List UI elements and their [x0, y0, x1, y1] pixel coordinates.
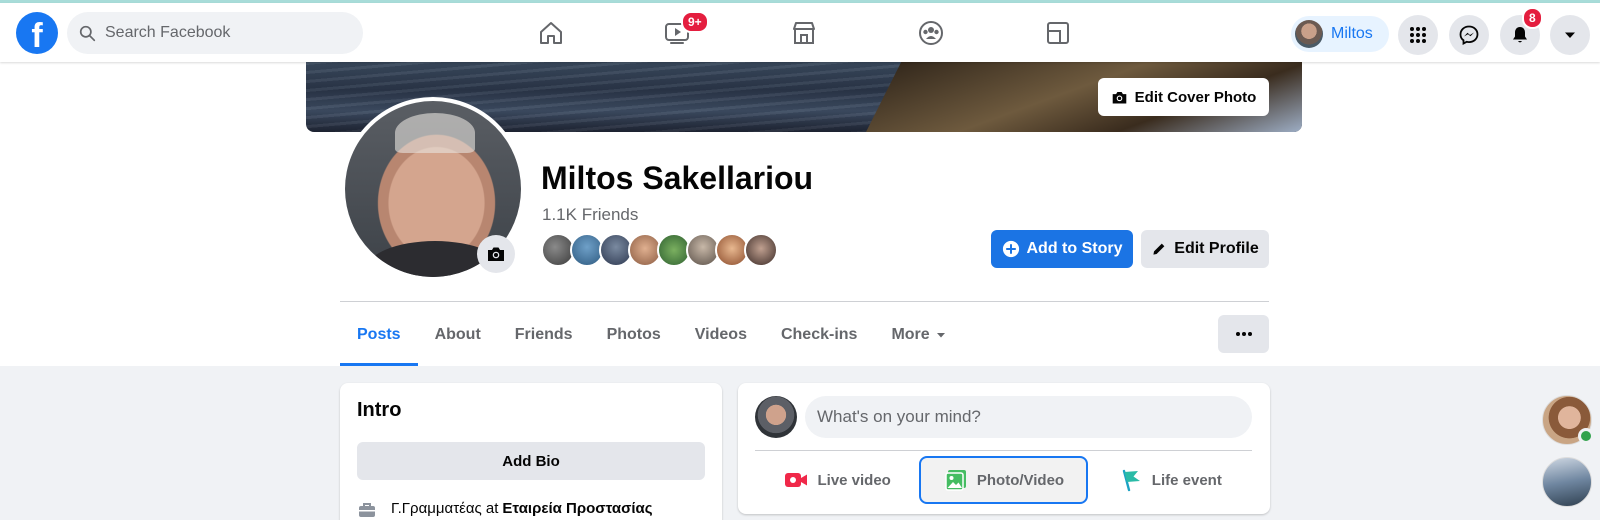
watch-badge: 9+	[681, 11, 709, 33]
avatar[interactable]	[755, 396, 797, 438]
account-button[interactable]	[1550, 15, 1590, 55]
live-video-icon	[785, 473, 808, 487]
edit-cover-photo-button[interactable]: Edit Cover Photo	[1098, 78, 1269, 116]
camera-icon	[488, 247, 504, 261]
marketplace-store-icon	[793, 22, 815, 44]
intro-work-item: Γ.Γραμματέας at Εταιρεία Προστασίας	[357, 500, 653, 520]
intro-work-organization[interactable]: Εταιρεία Προστασίας	[502, 500, 652, 517]
home-icon	[540, 22, 562, 44]
briefcase-icon	[359, 503, 375, 517]
notifications-button[interactable]: 8	[1500, 7, 1543, 55]
avatar	[1295, 20, 1323, 48]
update-profile-picture-button[interactable]	[477, 235, 515, 273]
grid-menu-icon	[1410, 27, 1426, 43]
search-box[interactable]	[67, 12, 363, 54]
life-event-button[interactable]: Life event	[1088, 456, 1252, 504]
groups-icon	[919, 21, 943, 45]
messenger-button[interactable]	[1449, 15, 1489, 55]
plus-circle-icon	[1002, 240, 1019, 258]
nav-home[interactable]	[531, 13, 571, 53]
composer-actions: Live video Photo/Video Life event	[755, 456, 1252, 504]
profile-chip[interactable]: Miltos	[1291, 16, 1389, 52]
live-video-button[interactable]: Live video	[755, 456, 919, 504]
search-input[interactable]	[105, 24, 345, 42]
intro-title: Intro	[357, 399, 402, 421]
caret-down-icon	[936, 333, 945, 338]
tab-videos[interactable]: Videos	[678, 304, 764, 366]
edit-cover-label: Edit Cover Photo	[1134, 88, 1257, 106]
menu-button[interactable]	[1398, 15, 1438, 55]
tab-about[interactable]: About	[418, 304, 498, 366]
intro-card: Intro Add Bio Γ.Γραμματέας at Εταιρεία Π…	[340, 383, 722, 520]
composer-divider	[755, 450, 1252, 451]
add-to-story-label: Add to Story	[1026, 240, 1123, 257]
friends-count[interactable]: 1.1K Friends	[542, 205, 638, 225]
edit-profile-label: Edit Profile	[1174, 240, 1259, 257]
profile-chip-name: Miltos	[1331, 25, 1373, 42]
facebook-logo-icon[interactable]: f	[16, 12, 58, 54]
gaming-icon	[1047, 22, 1069, 44]
whats-on-your-mind-input[interactable]: What's on your mind?	[805, 396, 1252, 438]
tab-more[interactable]: More	[874, 304, 962, 366]
nav-marketplace[interactable]	[784, 13, 824, 53]
tab-friends[interactable]: Friends	[498, 304, 590, 366]
header-divider	[340, 301, 1269, 302]
photo-video-button[interactable]: Photo/Video	[919, 456, 1088, 504]
intro-work-role: Γ.Γραμματέας at	[391, 500, 499, 517]
edit-profile-button[interactable]: Edit Profile	[1141, 230, 1269, 268]
pencil-icon	[1153, 243, 1165, 255]
nav-watch[interactable]: 9+	[657, 11, 709, 53]
tab-posts[interactable]: Posts	[340, 304, 418, 366]
messenger-icon	[1459, 25, 1479, 45]
tab-check-ins[interactable]: Check-ins	[764, 304, 874, 366]
online-status-indicator	[1578, 428, 1594, 444]
contact-avatar[interactable]	[1542, 457, 1592, 507]
nav-groups[interactable]	[911, 13, 951, 53]
nav-gaming[interactable]	[1038, 13, 1078, 53]
add-bio-button[interactable]: Add Bio	[357, 442, 705, 480]
post-composer: What's on your mind? Live video Photo/Vi…	[738, 383, 1270, 514]
top-navigation-bar: f 9+ Miltos 8	[0, 3, 1600, 62]
notifications-badge: 8	[1522, 7, 1543, 29]
add-bio-label: Add Bio	[502, 452, 560, 470]
camera-icon	[1112, 91, 1126, 103]
profile-tabs: Posts About Friends Photos Videos Check-…	[340, 304, 963, 366]
flag-icon	[1122, 469, 1140, 492]
photo-icon	[945, 470, 966, 491]
more-options-button[interactable]	[1218, 315, 1269, 353]
search-icon	[79, 25, 96, 41]
ellipsis-icon	[1235, 332, 1252, 336]
profile-name: Miltos Sakellariou	[541, 160, 814, 196]
add-to-story-button[interactable]: Add to Story	[991, 230, 1133, 268]
caret-down-icon	[1565, 32, 1575, 38]
tab-photos[interactable]: Photos	[590, 304, 678, 366]
friend-avatar[interactable]	[744, 233, 778, 267]
